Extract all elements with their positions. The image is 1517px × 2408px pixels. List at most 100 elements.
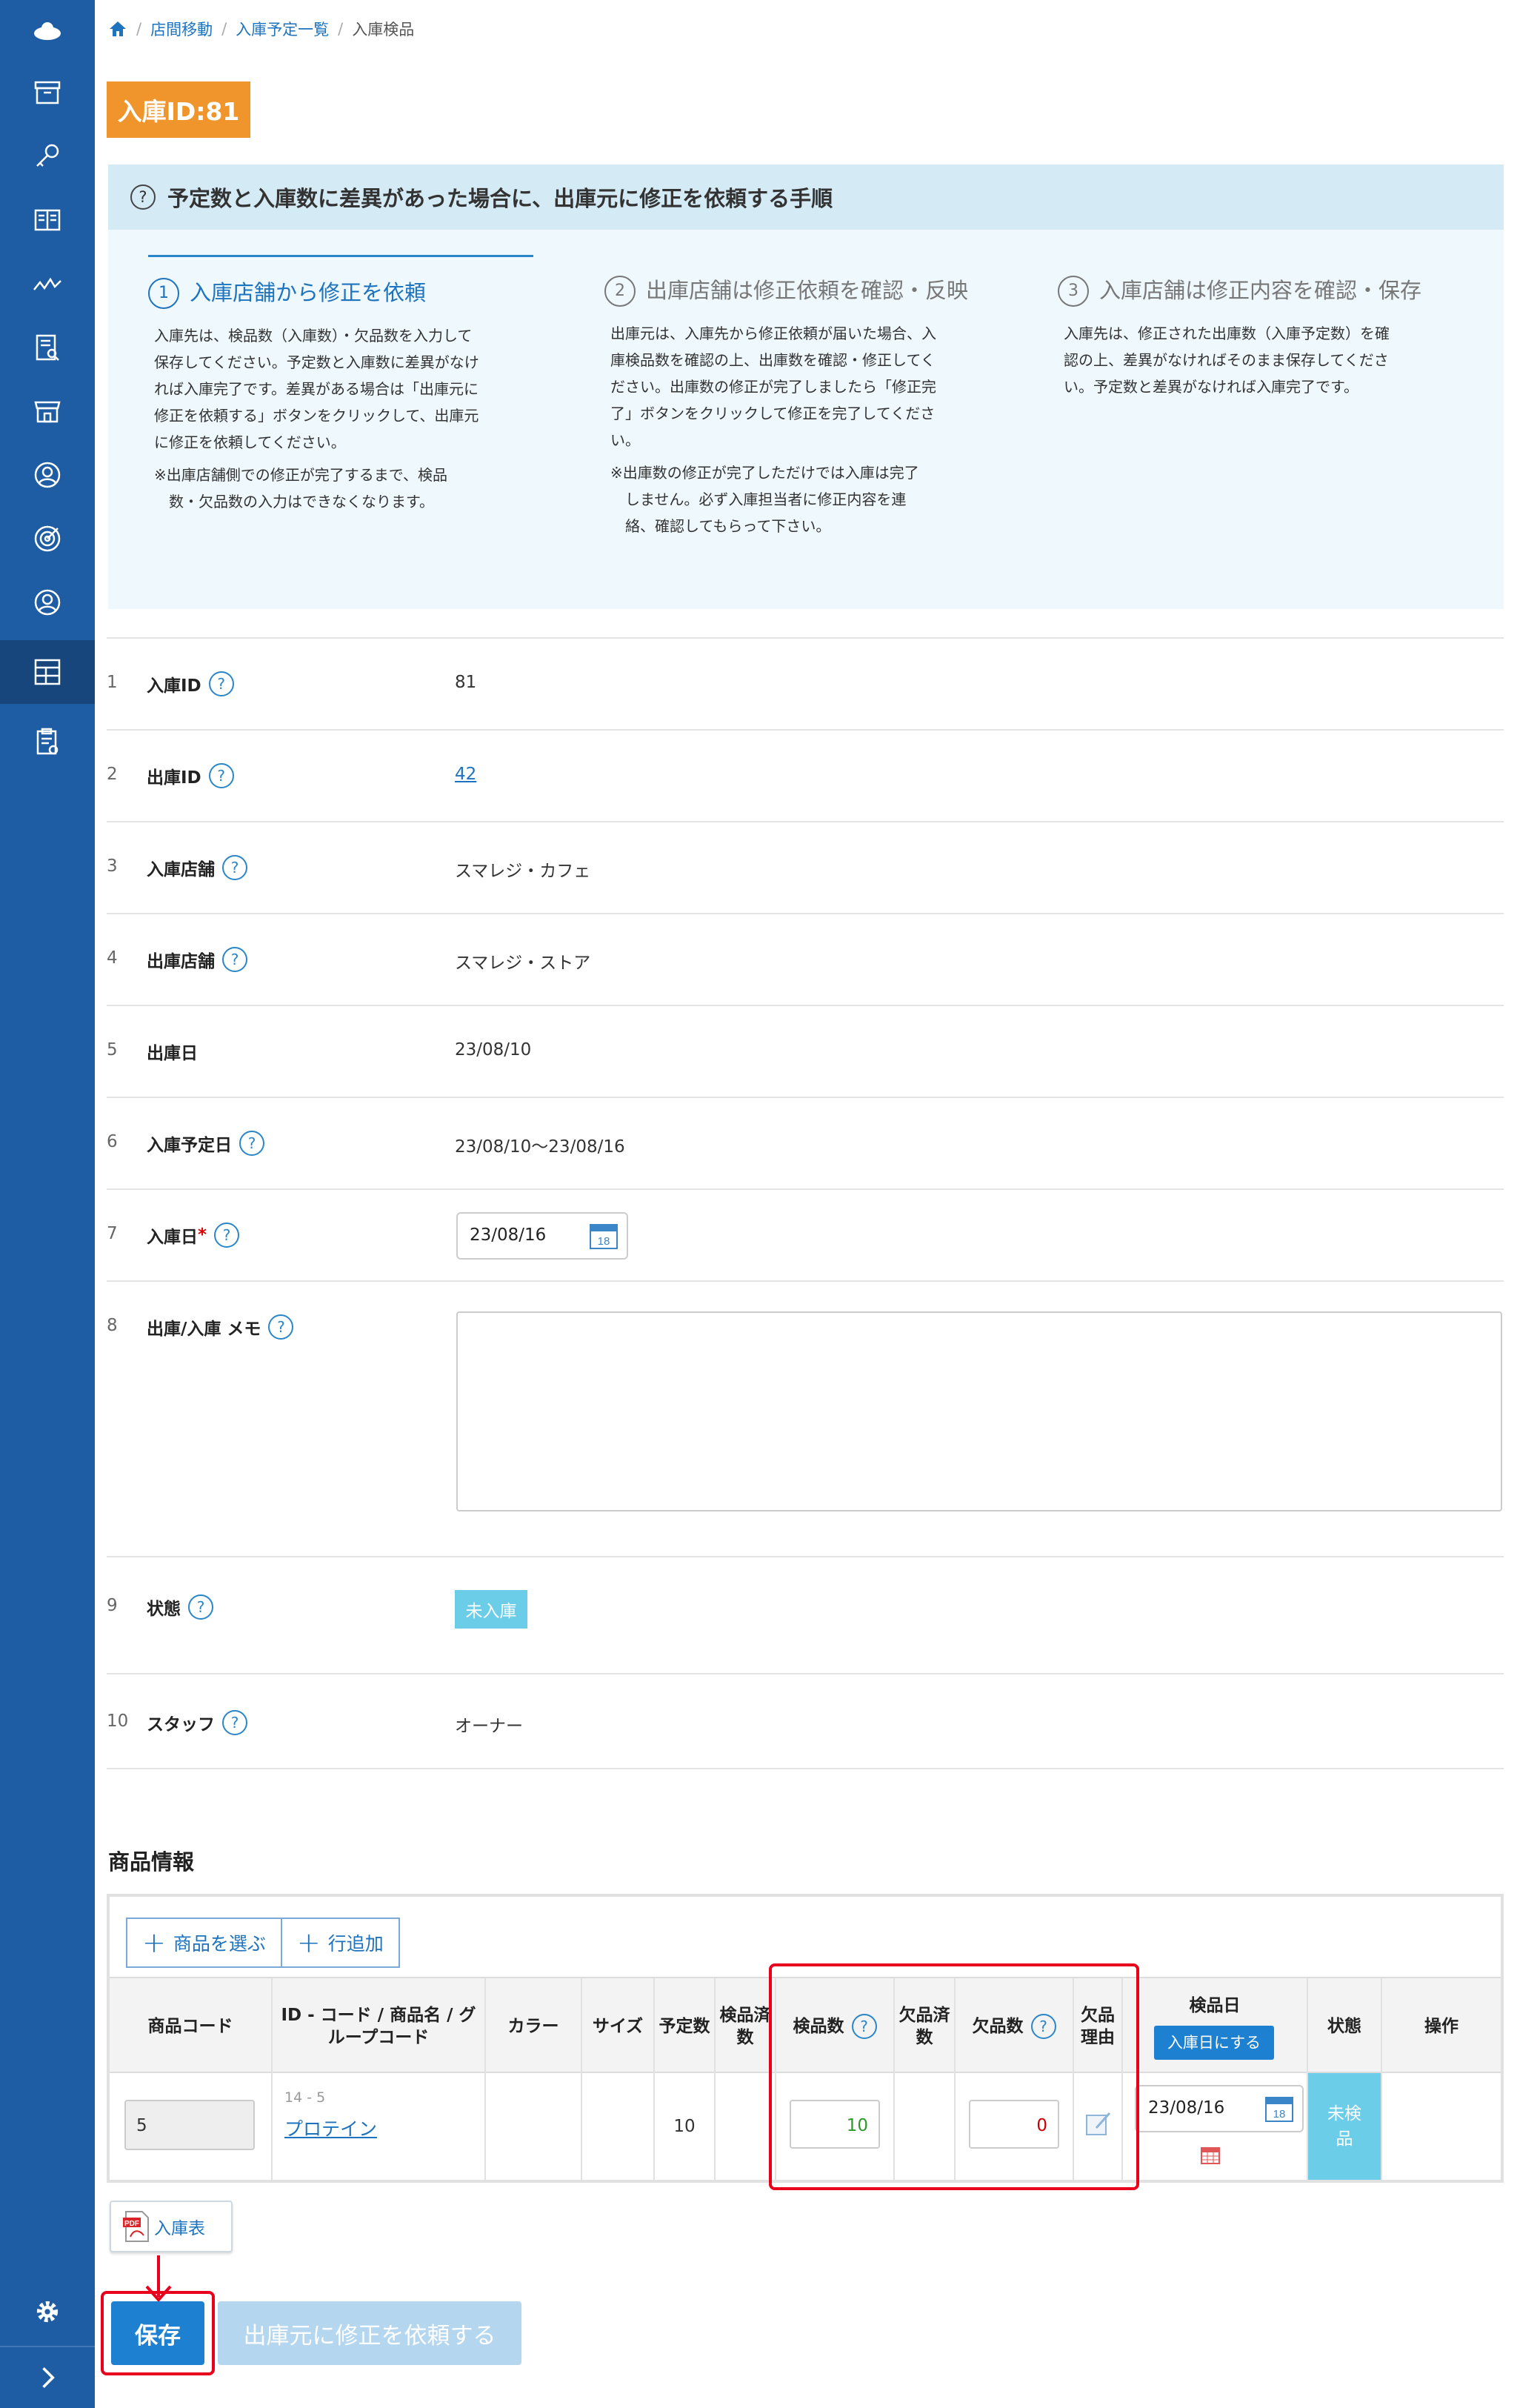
help-icon[interactable]: ?	[214, 1223, 240, 1248]
col-name: ID - コード / 商品名 / グループコード	[273, 1978, 486, 2075]
help-icon[interactable]: ?	[268, 1314, 294, 1340]
size-cell	[582, 2073, 655, 2180]
expand-sidebar-button[interactable]	[0, 2346, 95, 2408]
breadcrumb-store-transfer[interactable]: 店間移動	[150, 18, 213, 40]
help-icon[interactable]: ?	[222, 855, 247, 880]
calendar-small-icon[interactable]	[1200, 2146, 1221, 2165]
product-code-input[interactable]: 5	[124, 2100, 255, 2150]
field-label: 出庫店舗	[147, 952, 215, 971]
sidebar	[0, 0, 95, 2408]
sidebar-item-store[interactable]	[0, 379, 95, 443]
home-icon[interactable]	[108, 20, 127, 38]
step-title: 入庫店舗から修正を依頼	[190, 280, 427, 305]
field-label: 出庫ID	[147, 768, 201, 788]
field-label: 状態	[147, 1600, 181, 1619]
sidebar-item-inventory[interactable]	[0, 640, 95, 704]
sidebar-item-customer[interactable]	[0, 443, 95, 507]
store-icon	[34, 401, 61, 423]
sidebar-item-clipboard[interactable]	[0, 710, 95, 774]
calendar-icon[interactable]: 18	[588, 1221, 619, 1251]
form-row-shipment-store: 4 出庫店舗? スマレジ・ストア	[107, 913, 1504, 1005]
breadcrumb: / 店間移動 / 入庫予定一覧 / 入庫検品	[108, 18, 414, 40]
memo-textarea[interactable]	[456, 1311, 1502, 1511]
print-arrival-sheet-button[interactable]: PDF 入庫表	[110, 2201, 233, 2252]
set-arrival-date-button[interactable]: 入庫日にする	[1154, 2026, 1274, 2060]
svg-text:18: 18	[1273, 2108, 1286, 2121]
procedure-guide: ? 予定数と入庫数に差異があった場合に、出庫元に修正を依頼する手順 1 入庫店舗…	[108, 164, 1504, 609]
step-body: 入庫先は、修正された出庫数（入庫予定数）を確 認の上、差異がなければそのまま保存…	[1064, 325, 1390, 396]
help-icon[interactable]: ?	[222, 947, 247, 972]
guide-step-1: 1 入庫店舗から修正を依頼 入庫先は、検品数（入庫数）・欠品数を入力して 保存し…	[148, 255, 533, 515]
sidebar-item-archive[interactable]	[0, 61, 95, 124]
calendar-icon[interactable]: 18	[1264, 2094, 1295, 2123]
report-search-icon	[36, 334, 59, 361]
line-chart-icon	[33, 277, 61, 290]
field-label: 出庫/入庫 メモ	[147, 1320, 261, 1339]
arrival-date-input[interactable]: 23/08/16 18	[456, 1212, 628, 1260]
page-title: 入庫ID:81	[107, 82, 250, 138]
sidebar-item-report[interactable]	[0, 316, 95, 379]
plus-icon: +	[296, 1926, 321, 1959]
field-label: 入庫店舗	[147, 860, 215, 879]
inspected-done-cell	[716, 2073, 776, 2180]
color-cell	[486, 2073, 582, 2180]
shipment-date-value: 23/08/10	[455, 1040, 532, 1060]
sidebar-logo[interactable]	[0, 0, 95, 64]
step-body: 出庫元は、入庫先から修正依頼が届いた場合、入 庫検品数を確認の上、出庫数を確認・…	[610, 325, 936, 449]
guide-title: 予定数と入庫数に差異があった場合に、出庫元に修正を依頼する手順	[167, 186, 833, 211]
step-body: 入庫先は、検品数（入庫数）・欠品数を入力して 保存してください。予定数と入庫数に…	[154, 327, 479, 451]
inspect-date-input[interactable]: 23/08/16 18	[1135, 2085, 1304, 2132]
svg-text:PDF: PDF	[124, 2220, 139, 2228]
user-circle-icon	[34, 462, 61, 488]
step-note: ※出庫店舗側での修正が完了するまで、検品 数・欠品数の入力はできなくなります。	[154, 466, 447, 510]
help-icon[interactable]: ?	[208, 671, 234, 696]
question-icon: ?	[130, 184, 156, 210]
product-name-link[interactable]: プロテイン	[284, 2115, 377, 2141]
field-label: 入庫日	[147, 1228, 198, 1247]
form-row-arrival-id: 1 入庫ID? 81	[107, 637, 1504, 729]
required-mark: *	[198, 1225, 207, 1245]
product-id-code: 14 - 5	[284, 2089, 326, 2106]
guide-header: ? 予定数と入庫数に差異があった場合に、出庫元に修正を依頼する手順	[108, 164, 1504, 230]
request-fix-button[interactable]: 出庫元に修正を依頼する	[218, 2301, 521, 2365]
shipment-store-value: スマレジ・ストア	[455, 954, 591, 973]
col-color: カラー	[486, 1978, 582, 2075]
sidebar-item-key[interactable]	[0, 124, 95, 188]
pdf-icon: PDF	[123, 2211, 149, 2242]
step-number: 3	[1058, 276, 1089, 307]
sidebar-item-book[interactable]	[0, 188, 95, 252]
planned-arrival-date-value: 23/08/10〜23/08/16	[455, 1137, 625, 1157]
help-icon[interactable]: ?	[188, 1594, 213, 1620]
sidebar-item-analytics[interactable]	[0, 252, 95, 316]
form-row-planned-arrival-date: 6 入庫予定日? 23/08/10〜23/08/16	[107, 1097, 1504, 1188]
shipment-id-link[interactable]: 42	[455, 765, 476, 784]
save-button[interactable]: 保存	[111, 2301, 204, 2365]
section-title: 商品情報	[108, 1849, 195, 1875]
col-size: サイズ	[582, 1978, 655, 2075]
step-number: 2	[604, 276, 636, 307]
book-icon	[34, 209, 61, 231]
svg-text:18: 18	[598, 1235, 610, 1248]
user-circle-icon	[34, 589, 61, 616]
field-label: スタッフ	[147, 1715, 215, 1735]
form-row-arrival-store: 3 入庫店舗? スマレジ・カフェ	[107, 821, 1504, 913]
archive-icon	[34, 81, 61, 104]
step-number: 1	[148, 278, 179, 309]
breadcrumb-arrival-list[interactable]: 入庫予定一覧	[236, 18, 329, 40]
sidebar-item-target[interactable]	[0, 507, 95, 571]
guide-step-2: 2 出庫店舗は修正依頼を確認・反映 出庫元は、入庫先から修正依頼が届いた場合、入…	[604, 255, 990, 539]
select-product-button[interactable]: + 商品を選ぶ	[126, 1918, 282, 1968]
key-icon	[36, 144, 59, 167]
field-label: 入庫ID	[147, 676, 201, 696]
help-icon[interactable]: ?	[208, 763, 234, 788]
col-inspected-done: 検品済数	[716, 1978, 776, 2075]
settings-button[interactable]	[0, 2282, 95, 2341]
arrival-id-value: 81	[455, 673, 477, 692]
products-toolbar: + 商品を選ぶ + 行追加	[126, 1918, 400, 1968]
chevron-right-icon	[42, 2367, 55, 2389]
help-icon[interactable]: ?	[222, 1710, 247, 1735]
form-row-memo: 8 出庫/入庫 メモ?	[107, 1280, 1504, 1556]
add-row-button[interactable]: + 行追加	[281, 1918, 400, 1968]
help-icon[interactable]: ?	[239, 1131, 264, 1156]
sidebar-item-staff[interactable]	[0, 571, 95, 634]
